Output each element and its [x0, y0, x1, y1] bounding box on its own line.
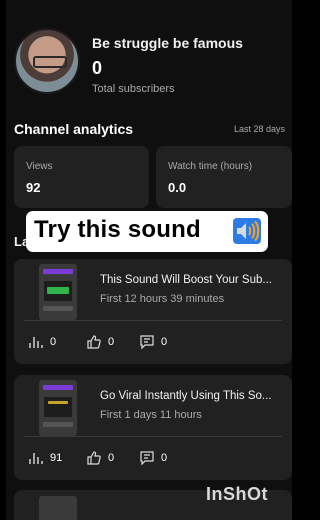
channel-header: Be struggle be famous 0 Total subscriber… [14, 28, 292, 100]
thumbnail-highlight [47, 287, 69, 294]
views-card[interactable]: Views 92 [14, 146, 149, 208]
watch-time-card[interactable]: Watch time (hours) 0.0 [156, 146, 292, 208]
thumbnail-footer [43, 306, 73, 311]
thumbnail-header [43, 385, 73, 390]
inshot-watermark: InShOt [206, 484, 268, 504]
comment-icon [140, 451, 154, 466]
thumbnail-panel [44, 397, 72, 417]
likes-count: 0 [108, 336, 115, 348]
likes-metric: 0 [86, 334, 114, 350]
video-title: Go Viral Instantly Using This So... [100, 390, 272, 402]
video-card[interactable]: Go Viral Instantly Using This So... Firs… [14, 375, 292, 480]
bar-chart-icon [29, 337, 43, 348]
channel-name: Be struggle be famous [92, 35, 243, 51]
video-period: First 12 hours 39 minutes [100, 293, 225, 305]
video-period: First 1 days 11 hours [100, 409, 202, 421]
thumbnail-header [43, 269, 73, 274]
subscriber-count: 0 [92, 58, 103, 78]
video-thumbnail[interactable] [39, 264, 77, 320]
watch-time-label: Watch time (hours) [168, 161, 253, 172]
speaker-icon [233, 218, 261, 244]
comments-count: 0 [161, 452, 168, 464]
comments-metric: 0 [139, 334, 167, 350]
overlay-banner: Try this sound [26, 211, 268, 252]
divider [24, 320, 282, 321]
thumbnail-highlight [48, 401, 68, 404]
subscriber-label: Total subscribers [92, 83, 175, 95]
divider [24, 436, 282, 437]
video-title: This Sound Will Boost Your Sub... [100, 274, 272, 286]
views-metric: 91 [28, 450, 62, 466]
watch-time-value: 0.0 [168, 180, 187, 195]
video-thumbnail[interactable] [39, 496, 77, 520]
views-value: 92 [26, 180, 41, 195]
period-label: Last 28 days [234, 124, 286, 134]
thumbnail-footer [43, 422, 73, 427]
avatar[interactable] [14, 28, 80, 94]
video-card[interactable]: This Sound Will Boost Your Sub... First … [14, 259, 292, 364]
channel-dashboard: Be struggle be famous 0 Total subscriber… [6, 0, 292, 520]
analytics-title: Channel analytics [14, 121, 134, 137]
video-thumbnail[interactable] [39, 380, 77, 436]
views-count: 91 [50, 452, 63, 464]
thumbs-up-icon [87, 335, 101, 349]
views-metric: 0 [28, 334, 56, 350]
comment-icon [140, 335, 154, 350]
thumbs-up-icon [87, 451, 101, 465]
bar-chart-icon [29, 453, 43, 464]
likes-count: 0 [108, 452, 115, 464]
views-label: Views [26, 161, 53, 172]
comments-count: 0 [161, 336, 168, 348]
likes-metric: 0 [86, 450, 114, 466]
views-count: 0 [50, 336, 57, 348]
overlay-text: Try this sound [34, 216, 201, 243]
comments-metric: 0 [139, 450, 167, 466]
